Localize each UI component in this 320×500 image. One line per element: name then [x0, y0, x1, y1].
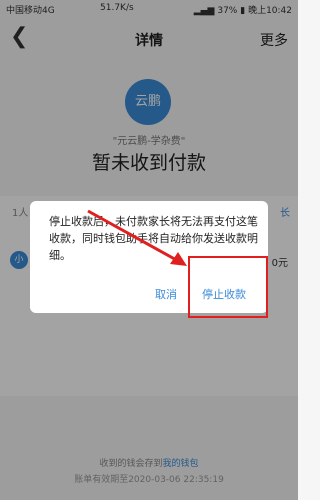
- arrow-line: [87, 209, 181, 264]
- annotation-arrow: [87, 209, 187, 266]
